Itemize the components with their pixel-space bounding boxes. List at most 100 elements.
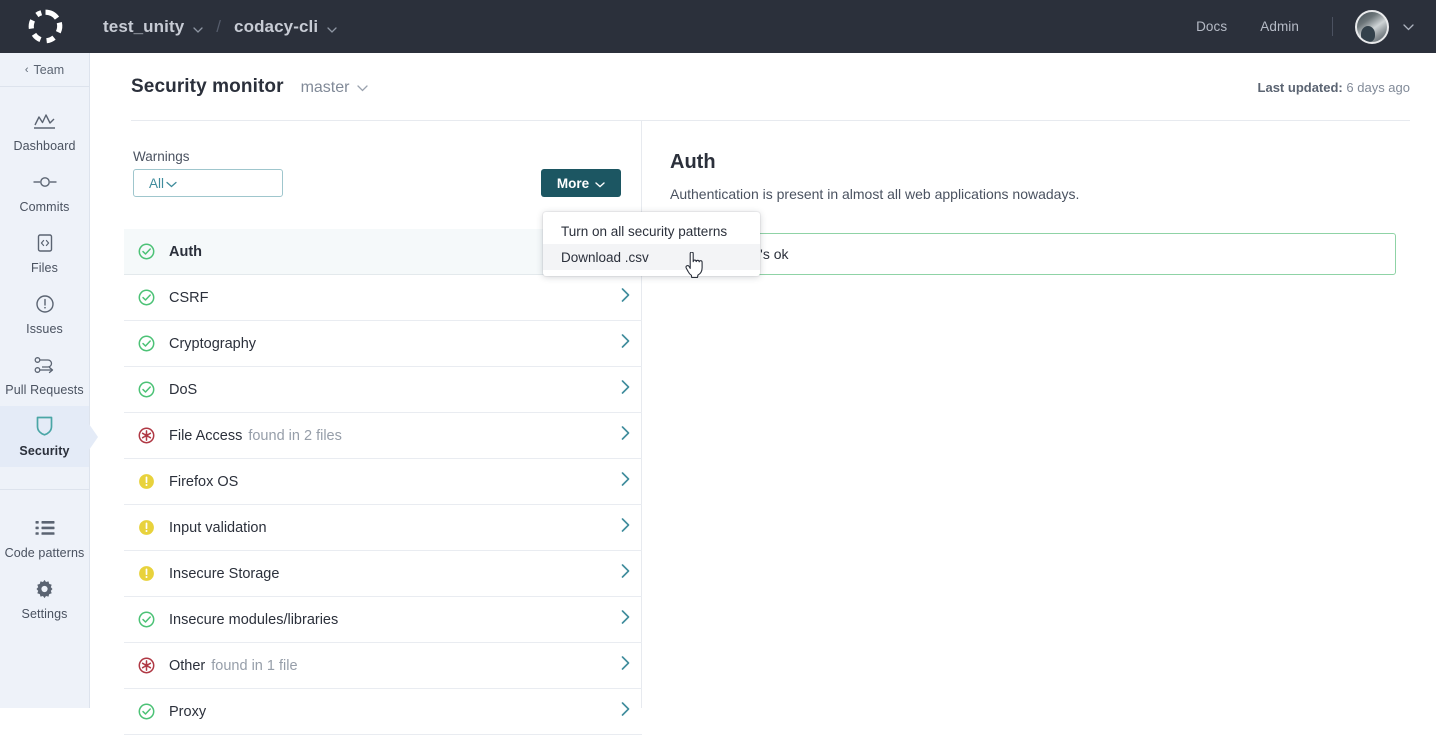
sidebar-item-label: Files	[31, 261, 58, 275]
breadcrumb: test_unity / codacy-cli	[103, 0, 337, 53]
detail-pane: Auth Authentication is present in almost…	[642, 121, 1436, 708]
sidebar-item-files[interactable]: Files	[0, 223, 89, 284]
warnings-label: Warnings	[133, 149, 190, 164]
warning-row[interactable]: Input validation	[124, 505, 642, 551]
chevron-right-icon[interactable]	[621, 702, 630, 721]
warning-row[interactable]: Insecure modules/libraries	[124, 597, 642, 643]
chevron-down-icon	[193, 18, 203, 38]
chevron-right-icon[interactable]	[621, 380, 630, 399]
warnings-filter-value: All	[149, 176, 164, 191]
status-banner: Everything's ok	[670, 233, 1396, 275]
check-circle-icon	[138, 703, 155, 720]
chevron-down-icon	[357, 79, 368, 97]
chevron-down-icon	[595, 176, 605, 191]
last-updated-label: Last updated:	[1258, 80, 1343, 95]
warnings-filter-select[interactable]: All	[133, 169, 283, 197]
top-navigation-bar: test_unity / codacy-cli Docs Admin	[0, 0, 1436, 53]
status-icon	[124, 289, 169, 306]
breadcrumb-project-label: codacy-cli	[234, 17, 318, 37]
error-circle-icon	[138, 427, 155, 444]
docs-link[interactable]: Docs	[1196, 19, 1227, 34]
sidebar-secondary-group: Code patterns Settings	[0, 489, 89, 630]
warning-row-subtext: found in 1 file	[211, 658, 297, 674]
chevron-right-icon[interactable]	[621, 426, 630, 445]
branch-selector[interactable]: master	[301, 79, 369, 97]
warning-row-name: CSRF	[169, 290, 208, 306]
avatar[interactable]	[1355, 10, 1389, 44]
sidebar-item-label: Commits	[19, 200, 69, 214]
warning-row-name: File Access	[169, 428, 242, 444]
chevron-right-icon[interactable]	[621, 288, 630, 307]
warning-row-name: Firefox OS	[169, 474, 238, 490]
menu-item-turn-on-all-security-patterns[interactable]: Turn on all security patterns	[543, 218, 760, 244]
last-updated-value: 6 days ago	[1346, 80, 1410, 95]
warning-row[interactable]: Firefox OS	[124, 459, 642, 505]
shield-icon	[35, 415, 54, 437]
breadcrumb-organization[interactable]: test_unity	[103, 16, 203, 38]
menu-item-label: Turn on all security patterns	[561, 224, 727, 239]
gear-icon	[34, 578, 55, 600]
status-icon	[124, 611, 169, 628]
status-icon	[124, 703, 169, 720]
admin-link[interactable]: Admin	[1260, 19, 1299, 34]
page-header: Security monitor master Last updated: 6 …	[91, 53, 1436, 121]
branch-label: master	[301, 79, 350, 97]
more-button[interactable]: More	[541, 169, 621, 197]
sidebar-item-code-patterns[interactable]: Code patterns	[0, 508, 89, 569]
warnings-list-pane: Warnings All More Auth CSRF CryptographyDo…	[91, 121, 642, 708]
warning-row[interactable]: CSRF	[124, 275, 642, 321]
check-circle-icon	[138, 611, 155, 628]
page-title: Security monitor	[131, 76, 284, 98]
chevron-right-icon[interactable]	[621, 334, 630, 353]
warning-row-name: Input validation	[169, 520, 267, 536]
sidebar-team-label: Team	[34, 63, 65, 77]
warning-row[interactable]: Proxy	[124, 689, 642, 735]
warning-row-name: Insecure modules/libraries	[169, 612, 338, 628]
warning-row-name: Insecure Storage	[169, 566, 279, 582]
warnings-row-list: AuthCSRFCryptographyDoSFile Accessfound …	[124, 229, 642, 735]
warning-row[interactable]: Insecure Storage	[124, 551, 642, 597]
codacy-logo-icon[interactable]	[27, 8, 64, 45]
warning-circle-icon	[138, 565, 155, 582]
detail-description: Authentication is present in almost all …	[670, 186, 1079, 202]
breadcrumb-project[interactable]: codacy-cli	[234, 16, 337, 38]
sidebar-item-security[interactable]: Security	[0, 406, 89, 467]
menu-item-label: Download .csv	[561, 250, 649, 265]
more-dropdown-menu: Turn on all security patterns Download .c…	[543, 212, 760, 276]
status-icon	[124, 427, 169, 444]
warning-row[interactable]: Otherfound in 1 file	[124, 643, 642, 689]
sidebar-item-issues[interactable]: Issues	[0, 284, 89, 345]
chevron-right-icon[interactable]	[621, 472, 630, 491]
breadcrumb-separator: /	[216, 17, 221, 37]
sidebar-item-dashboard[interactable]: Dashboard	[0, 101, 89, 162]
warning-circle-icon	[138, 519, 155, 536]
logo-wrapper[interactable]	[0, 0, 90, 53]
left-sidebar: ‹ Team Dashboard Commits	[0, 53, 90, 708]
status-icon	[124, 473, 169, 490]
sidebar-item-commits[interactable]: Commits	[0, 162, 89, 223]
sidebar-item-label: Dashboard	[13, 139, 75, 153]
warning-circle-icon	[138, 473, 155, 490]
sidebar-item-pull-requests[interactable]: Pull Requests	[0, 345, 89, 406]
chevron-right-icon[interactable]	[621, 656, 630, 675]
warning-row-name: Auth	[169, 244, 202, 260]
warning-row[interactable]: File Accessfound in 2 files	[124, 413, 642, 459]
chevron-down-icon[interactable]	[1403, 18, 1414, 36]
warning-row[interactable]: Cryptography	[124, 321, 642, 367]
sidebar-item-label: Settings	[22, 607, 68, 621]
breadcrumb-organization-label: test_unity	[103, 17, 184, 37]
sidebar-back-to-team[interactable]: ‹ Team	[0, 53, 89, 87]
warning-row[interactable]: DoS	[124, 367, 642, 413]
chevron-right-icon[interactable]	[621, 518, 630, 537]
top-bar-divider	[1332, 17, 1333, 36]
chevron-right-icon[interactable]	[621, 564, 630, 583]
status-icon	[124, 657, 169, 674]
menu-item-download-csv[interactable]: Download .csv	[543, 244, 760, 270]
list-icon	[35, 517, 55, 539]
detail-title: Auth	[670, 151, 716, 174]
sidebar-item-label: Pull Requests	[5, 383, 83, 397]
chevron-right-icon[interactable]	[621, 610, 630, 629]
check-circle-icon	[138, 289, 155, 306]
check-circle-icon	[138, 335, 155, 352]
sidebar-item-settings[interactable]: Settings	[0, 569, 89, 630]
